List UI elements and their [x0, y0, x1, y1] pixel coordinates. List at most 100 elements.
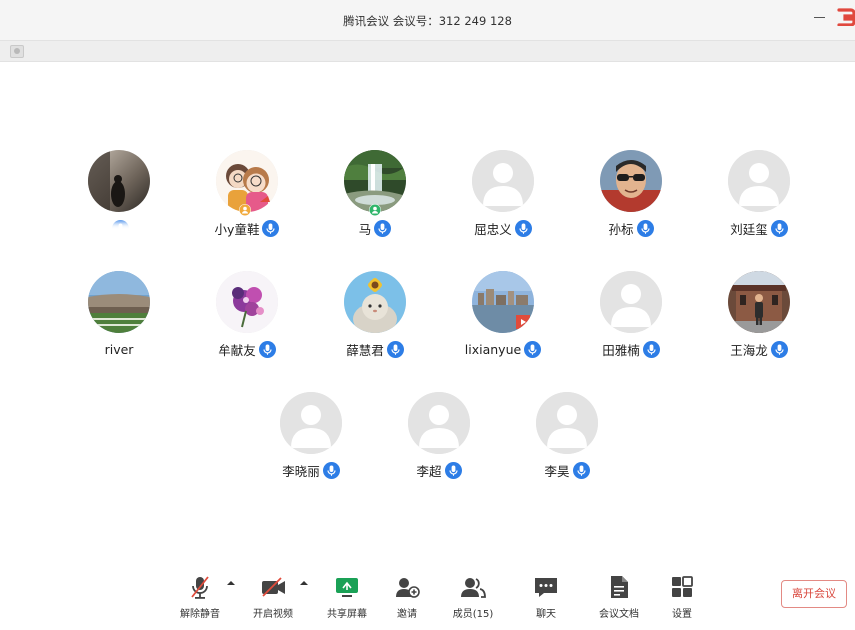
mic-icon [524, 340, 542, 358]
participant-tile[interactable]: 马 [315, 150, 435, 240]
avatar [216, 271, 278, 333]
settings-label: 设置 [672, 609, 692, 620]
chat-label: 聊天 [536, 609, 556, 620]
cohost-badge-icon [239, 204, 251, 216]
start-video-button[interactable]: 开启视频 [241, 573, 305, 623]
share-screen-icon [333, 573, 361, 601]
participant-name: 李超 [416, 463, 442, 479]
name-row: 孙标 [571, 218, 691, 238]
mic-icon [258, 340, 276, 358]
chat-button[interactable]: 聊天 [514, 573, 578, 623]
minimize-button[interactable] [812, 8, 828, 24]
participant-name: lixianyue [464, 341, 522, 357]
default-person-icon [280, 392, 342, 454]
meeting-docs-button[interactable]: 会议文档 [587, 573, 651, 623]
participant-name: 孙标 [608, 221, 634, 237]
avatar [344, 150, 406, 212]
avatar [472, 271, 534, 333]
participant-tile[interactable]: 孙标 [571, 150, 691, 240]
mic-icon [642, 340, 660, 358]
meeting-toolbar: 解除静音 开启视频 共享屏幕 邀请 成员(15) 聊天 会议文档 设置 [0, 565, 855, 630]
mic-icon [386, 340, 404, 358]
start-video-label: 开启视频 [253, 609, 293, 620]
record-indicator-icon[interactable] [10, 45, 24, 58]
mic-icon [636, 219, 654, 237]
participant-tile[interactable]: 李昊 [507, 392, 627, 482]
add-user-icon [393, 573, 421, 601]
avatar [88, 150, 150, 212]
participant-name: 薛慧君 [346, 342, 384, 358]
name-row: lixianyue [443, 339, 563, 359]
mic-icon [374, 219, 392, 237]
participant-name: 屈忠义 [474, 221, 512, 237]
name-row: 李昊 [507, 460, 627, 480]
participant-name: 刘廷玺 [730, 221, 768, 237]
participant-tile[interactable]: river [59, 271, 179, 361]
avatar [344, 271, 406, 333]
name-row: river [59, 339, 179, 359]
participant-name: 小y童鞋 [214, 221, 260, 237]
redaction-mark [82, 222, 144, 264]
participant-tile[interactable]: 屈忠义 [443, 150, 563, 240]
participant-tile[interactable]: lixianyue [443, 271, 563, 361]
participant-name: 田雅楠 [602, 342, 640, 358]
default-person-icon [472, 150, 534, 212]
members-icon [459, 573, 487, 601]
mic-icon [514, 219, 532, 237]
mic-muted-icon [186, 573, 214, 601]
chat-icon [532, 573, 560, 601]
share-screen-button[interactable]: 共享屏幕 [315, 573, 379, 623]
default-person-icon [408, 392, 470, 454]
window-title: 腾讯会议 会议号：312 249 128 [343, 14, 512, 28]
avatar [88, 271, 150, 333]
name-row: 王海龙 [699, 339, 819, 359]
participant-name: 王海龙 [730, 342, 768, 358]
name-row: 田雅楠 [571, 339, 691, 359]
participant-tile[interactable]: 刘廷玺 [699, 150, 819, 240]
name-row: 牟献友 [187, 339, 307, 359]
default-person-icon [536, 392, 598, 454]
invite-button[interactable]: 邀请 [375, 573, 439, 623]
caret-up-icon[interactable] [226, 579, 236, 587]
participant-tile[interactable]: 王海龙 [699, 271, 819, 361]
mic-icon [572, 461, 590, 479]
participant-name: 李晓丽 [282, 463, 320, 479]
mic-icon [770, 219, 788, 237]
participant-tile[interactable]: 小y童鞋 [187, 150, 307, 240]
sub-toolbar [0, 40, 855, 62]
leave-meeting-button[interactable]: 离开会议 [781, 580, 847, 608]
mic-icon [444, 461, 462, 479]
avatar [728, 271, 790, 333]
avatar [216, 150, 278, 212]
name-row: 刘廷玺 [699, 218, 819, 238]
mic-icon [322, 461, 340, 479]
name-row: 李超 [379, 460, 499, 480]
participant-name: 马 [358, 221, 372, 237]
host-badge-icon [369, 204, 381, 216]
participant-name: 李昊 [544, 463, 570, 479]
participant-name: river [104, 341, 134, 357]
caret-up-icon[interactable] [299, 579, 309, 587]
unmute-button[interactable]: 解除静音 [168, 573, 232, 623]
members-label: 成员(15) [452, 609, 494, 620]
default-person-icon [600, 271, 662, 333]
tencent-meeting-logo-icon [836, 6, 855, 27]
title-bar: 腾讯会议 会议号：312 249 128 [0, 0, 855, 40]
name-row: 小y童鞋 [187, 218, 307, 238]
meeting-docs-label: 会议文档 [599, 609, 639, 620]
name-row: 薛慧君 [315, 339, 435, 359]
participant-tile[interactable]: 薛慧君 [315, 271, 435, 361]
mic-icon [262, 219, 280, 237]
members-button[interactable]: 成员(15) [441, 573, 505, 623]
document-icon [605, 573, 633, 601]
name-row: 马 [315, 218, 435, 238]
settings-button[interactable]: 设置 [650, 573, 714, 623]
mic-icon [770, 340, 788, 358]
invite-label: 邀请 [397, 609, 417, 620]
share-screen-label: 共享屏幕 [327, 609, 367, 620]
participant-tile[interactable]: 李晓丽 [251, 392, 371, 482]
participant-tile[interactable]: 田雅楠 [571, 271, 691, 361]
participant-tile[interactable]: 李超 [379, 392, 499, 482]
settings-grid-icon [668, 573, 696, 601]
participant-tile[interactable]: 牟献友 [187, 271, 307, 361]
